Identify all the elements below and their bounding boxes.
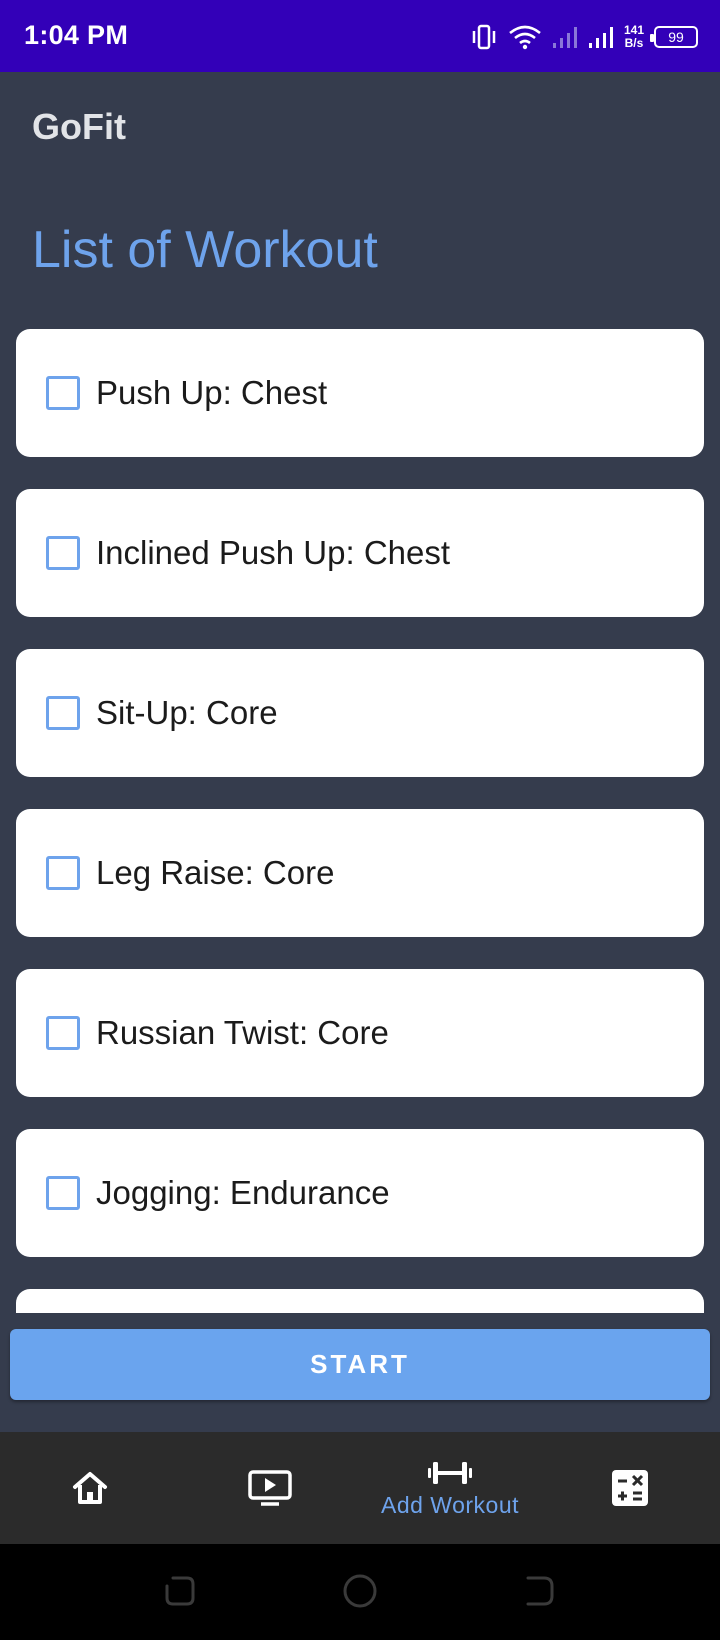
bottom-nav: Add Workout xyxy=(0,1432,720,1544)
status-icons: 141 B/s 99 xyxy=(470,22,698,52)
workout-label: Push Up: Chest xyxy=(96,374,328,411)
vibrate-icon xyxy=(472,24,496,50)
page-title: List of Workout xyxy=(32,221,378,279)
workout-label: Leg Raise: Core xyxy=(96,854,335,891)
nav-item-videos[interactable] xyxy=(180,1432,360,1544)
workout-label: Russian Twist: Core xyxy=(96,1014,389,1051)
workout-checkbox[interactable] xyxy=(46,1016,80,1050)
workout-item[interactable]: Inclined Push Up: Chest xyxy=(16,489,704,617)
dumbbell-icon xyxy=(428,1461,472,1484)
nav-item-home[interactable] xyxy=(0,1432,180,1544)
workout-item[interactable]: Sit-Up: Core xyxy=(16,649,704,777)
start-button[interactable]: START xyxy=(10,1329,710,1400)
workout-item[interactable]: Jogging: Endurance xyxy=(16,1129,704,1257)
signal-icon xyxy=(588,27,613,48)
workout-checkbox[interactable] xyxy=(46,856,80,890)
workout-label: Jogging: Endurance xyxy=(96,1174,390,1211)
workout-item[interactable]: Russian Twist: Core xyxy=(16,969,704,1097)
workout-checkbox[interactable] xyxy=(46,536,80,570)
workout-checkbox[interactable] xyxy=(46,696,80,730)
workout-item[interactable]: Leg Raise: Core xyxy=(16,809,704,937)
workout-checkbox[interactable] xyxy=(46,376,80,410)
back-icon[interactable] xyxy=(522,1574,556,1608)
battery-icon: 99 xyxy=(650,26,698,48)
status-bar: 1:04 PM 141 B/s 99 xyxy=(0,0,720,72)
workout-checkbox[interactable] xyxy=(46,1176,80,1210)
system-navigation-bar xyxy=(0,1544,720,1640)
wifi-icon xyxy=(509,25,541,50)
battery-level: 99 xyxy=(668,29,684,45)
workout-item[interactable]: Push Up: Chest xyxy=(16,329,704,457)
calculator-icon xyxy=(612,1470,648,1506)
nav-label-add-workout: Add Workout xyxy=(380,1491,520,1518)
home-icon xyxy=(73,1472,107,1504)
workout-label: Sit-Up: Core xyxy=(96,694,278,731)
signal-icon xyxy=(552,27,577,48)
nav-item-add-workout[interactable]: Add Workout xyxy=(360,1432,540,1544)
workout-label: Inclined Push Up: Chest xyxy=(96,534,451,571)
status-time: 1:04 PM xyxy=(24,20,129,50)
home-button-icon[interactable] xyxy=(342,1574,378,1610)
network-speed-unit: B/s xyxy=(624,36,644,50)
video-play-icon xyxy=(248,1470,292,1506)
workout-list[interactable]: Push Up: Chest Inclined Push Up: Chest S… xyxy=(16,329,704,1313)
recents-icon[interactable] xyxy=(163,1574,197,1608)
network-speed: 141 B/s xyxy=(624,24,644,50)
workout-item-partial[interactable] xyxy=(16,1289,704,1313)
nav-item-calculator[interactable] xyxy=(540,1432,720,1544)
app-title: GoFit xyxy=(32,106,126,147)
